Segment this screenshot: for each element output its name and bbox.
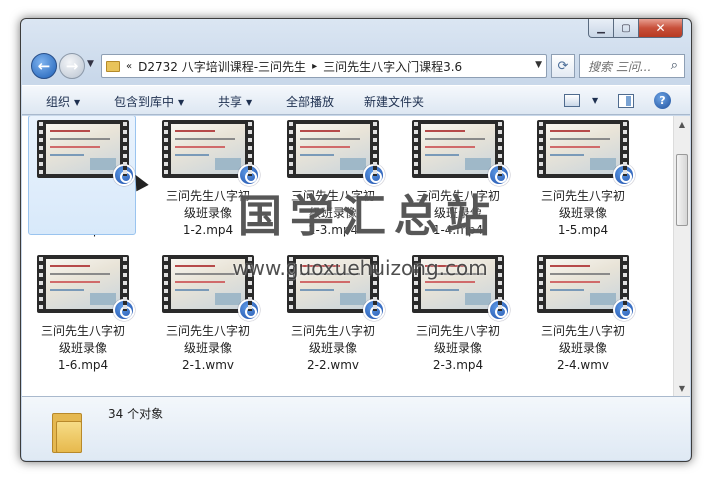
- caption-buttons: ▁ ▢ ✕: [588, 19, 683, 38]
- command-bar: 组织 ▼ 包含到库中 ▼ 共享 ▼ 全部播放 新建文件夹 ▼ ?: [22, 85, 690, 115]
- file-name: 三问先生八字初 级班录像 2-2.wmv: [290, 324, 375, 372]
- back-button[interactable]: ←: [31, 53, 57, 79]
- video-thumbnail: [537, 120, 635, 186]
- scroll-up-icon[interactable]: ▲: [674, 116, 690, 132]
- video-thumbnail: [287, 120, 385, 186]
- video-thumbnail: [412, 120, 510, 186]
- search-icon[interactable]: ⌕: [671, 58, 678, 73]
- navigation-row: ← → ▼ « D2732 八字培训课程-三问先生 ▸ 三问先生八字入门课程3.…: [29, 51, 685, 81]
- refresh-icon: ⟳: [557, 58, 569, 74]
- media-player-icon: [113, 299, 135, 321]
- media-player-icon: [363, 299, 385, 321]
- play-all-button[interactable]: 全部播放: [286, 93, 334, 110]
- address-bar[interactable]: « D2732 八字培训课程-三问先生 ▸ 三问先生八字入门课程3.6 ▼: [101, 54, 547, 78]
- folder-icon: [106, 60, 120, 72]
- file-item[interactable]: 三问先生八字初级班录像1-1.mp4: [28, 116, 136, 239]
- video-thumbnail: [37, 255, 135, 321]
- video-thumbnail: [162, 120, 260, 186]
- scrollbar-thumb[interactable]: [676, 154, 688, 226]
- recent-pages-dropdown-icon[interactable]: ▼: [87, 59, 94, 69]
- search-input[interactable]: 搜索 三问... ⌕: [579, 54, 685, 78]
- scroll-down-icon[interactable]: ▼: [674, 380, 690, 396]
- watermark-title: 国学汇总站: [238, 191, 498, 242]
- chevron-double-left-icon[interactable]: «: [126, 61, 132, 72]
- search-placeholder: 搜索 三问...: [588, 59, 652, 74]
- breadcrumb-parent[interactable]: D2732 八字培训课程-三问先生: [138, 58, 306, 75]
- details-pane: 34 个对象: [22, 396, 690, 460]
- media-player-icon: [238, 299, 260, 321]
- chevron-down-icon: ▼: [246, 98, 253, 107]
- video-thumbnail: [37, 120, 135, 186]
- help-icon[interactable]: ?: [654, 92, 671, 109]
- maximize-button[interactable]: ▢: [614, 19, 639, 38]
- new-folder-button[interactable]: 新建文件夹: [364, 93, 424, 110]
- vertical-scrollbar[interactable]: ▲ ▼: [673, 116, 690, 396]
- file-name: 三问先生八字初 级班录像 2-1.wmv: [165, 324, 250, 372]
- chevron-down-icon: ▼: [74, 98, 81, 107]
- item-count: 34 个对象: [108, 407, 164, 421]
- share-menu[interactable]: 共享 ▼: [218, 93, 252, 110]
- media-player-icon: [613, 299, 635, 321]
- video-thumbnail: [537, 255, 635, 321]
- chevron-right-icon[interactable]: ▸: [312, 61, 317, 72]
- preview-pane-icon[interactable]: [618, 94, 634, 108]
- chevron-down-icon: ▼: [592, 96, 599, 105]
- file-name: 三问先生八字初 级班录像 1-6.mp4: [40, 324, 125, 372]
- breadcrumb-current[interactable]: 三问先生八字入门课程3.6: [323, 58, 462, 75]
- media-player-icon: [488, 299, 510, 321]
- file-item[interactable]: 三问先生八字初 级班录像 1-6.mp4: [30, 255, 136, 374]
- chevron-down-icon: ▼: [178, 98, 185, 107]
- refresh-button[interactable]: ⟳: [551, 54, 575, 78]
- change-view-icon[interactable]: [564, 94, 580, 107]
- chevron-down-icon[interactable]: ▼: [535, 60, 542, 70]
- folder-icon: [52, 413, 82, 453]
- file-name: 三问先生八字初 级班录像 1-5.mp4: [540, 189, 625, 237]
- forward-button[interactable]: →: [59, 53, 85, 79]
- media-player-icon: [613, 164, 635, 186]
- close-button[interactable]: ✕: [639, 19, 683, 38]
- minimize-button[interactable]: ▁: [588, 19, 614, 38]
- file-item[interactable]: 三问先生八字初 级班录像 2-4.wmv: [530, 255, 636, 374]
- include-in-library-menu[interactable]: 包含到库中 ▼: [114, 93, 184, 110]
- file-name: 三问先生八字初 级班录像 2-3.mp4: [415, 324, 500, 372]
- watermark-url: www.guoxuehuizong.com: [232, 256, 488, 280]
- file-item[interactable]: 三问先生八字初 级班录像 1-5.mp4: [530, 120, 636, 239]
- file-name: 三问先生八字初 级班录像 2-4.wmv: [540, 324, 625, 372]
- view-dropdown[interactable]: ▼: [588, 93, 598, 107]
- organize-menu[interactable]: 组织 ▼: [46, 93, 80, 110]
